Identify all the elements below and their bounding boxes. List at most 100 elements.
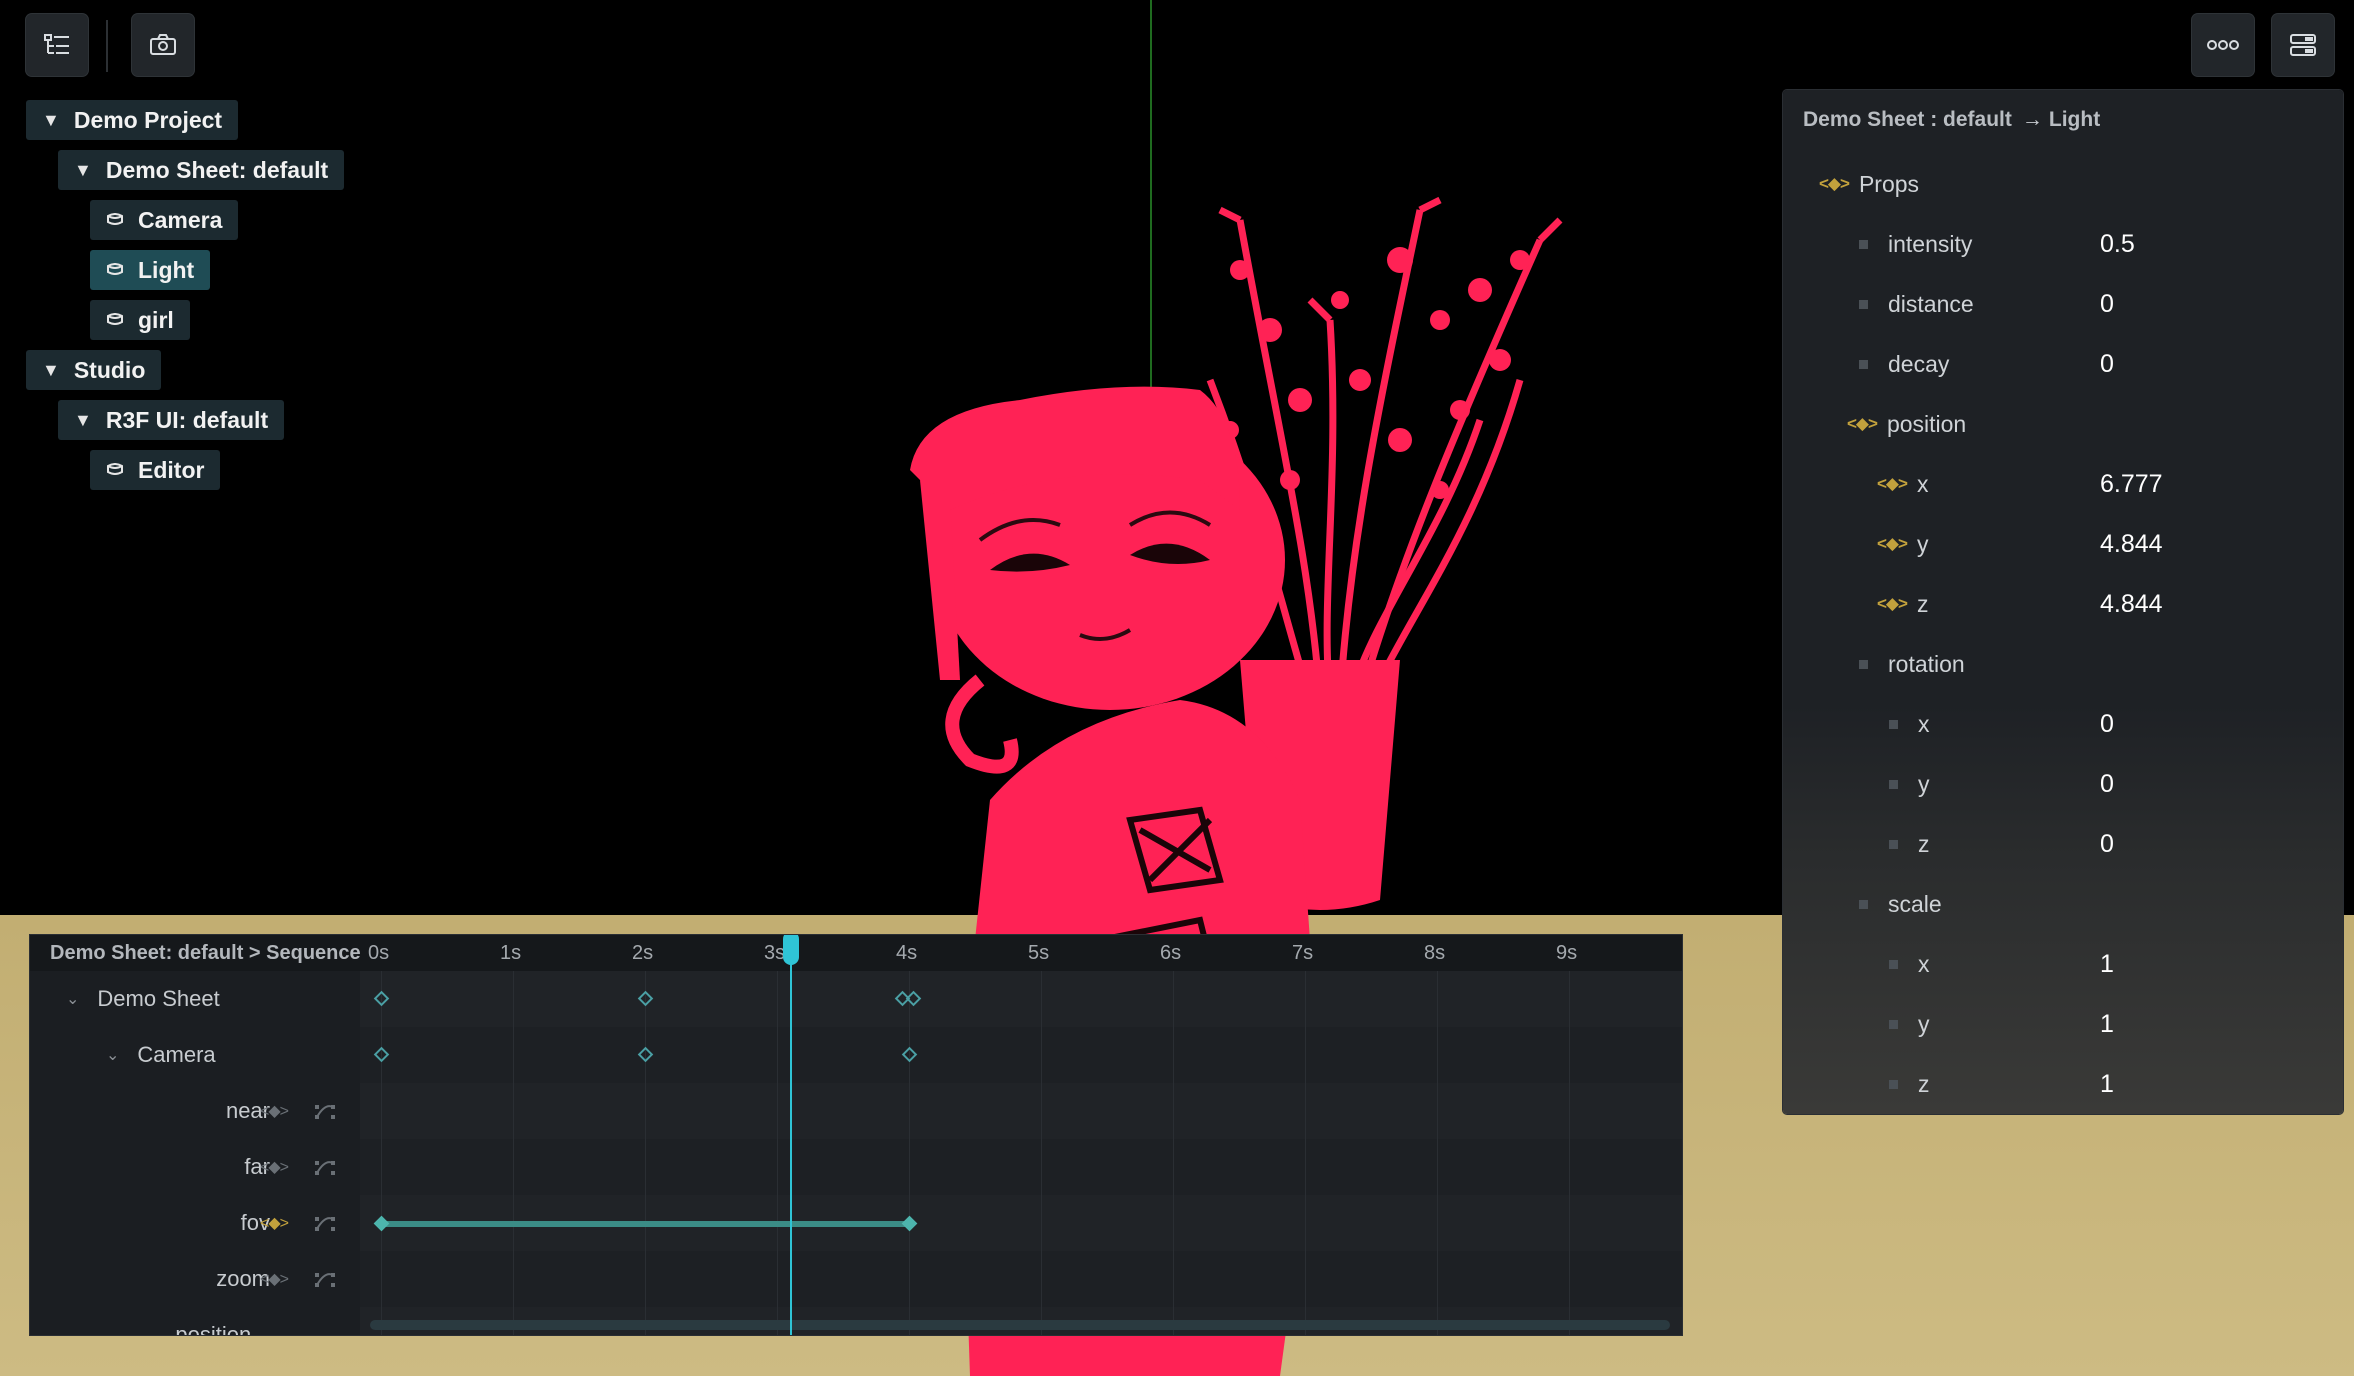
details-icon bbox=[2290, 34, 2316, 56]
sequence-editor[interactable]: Demo Sheet: default > Sequence 0s 1s 2s … bbox=[30, 935, 1682, 1335]
row-label: Demo Sheet bbox=[97, 986, 220, 1011]
outline-object-editor[interactable]: Editor bbox=[90, 450, 221, 490]
prop-value-input[interactable]: 6.777 bbox=[2100, 470, 2163, 499]
time-ruler[interactable]: Demo Sheet: default > Sequence 0s 1s 2s … bbox=[30, 935, 1682, 971]
graph-editor-icon[interactable] bbox=[315, 1273, 335, 1287]
prop-rotation[interactable]: rotation bbox=[1859, 644, 2329, 684]
keyframe-nav-icon[interactable]: <◆> bbox=[1847, 414, 1878, 434]
prop-dot-icon[interactable] bbox=[1889, 779, 1898, 789]
graph-editor-icon[interactable] bbox=[315, 1161, 335, 1175]
chevron-down-icon[interactable]: ▼ bbox=[42, 360, 60, 381]
playhead-handle[interactable] bbox=[783, 935, 799, 965]
keyframe-nav-icon[interactable]: <◆> bbox=[260, 1157, 289, 1177]
outline-toggle-button[interactable] bbox=[26, 14, 88, 76]
prop-dot-icon[interactable] bbox=[1889, 839, 1898, 849]
chevron-down-icon[interactable]: ⌄ bbox=[144, 1325, 157, 1335]
chevron-down-icon[interactable]: ▼ bbox=[74, 410, 92, 431]
chevron-down-icon[interactable]: ⌄ bbox=[66, 989, 79, 1009]
prop-position-z[interactable]: <◆> z 4.844 bbox=[1877, 584, 2327, 624]
keyframe-nav-icon[interactable]: <◆> bbox=[260, 1269, 289, 1289]
prop-scale-z[interactable]: z 1 bbox=[1889, 1064, 2329, 1104]
prop-dot-icon[interactable] bbox=[1889, 719, 1898, 729]
chevron-down-icon[interactable]: ⌄ bbox=[106, 1045, 119, 1065]
outline-item-label: Studio bbox=[73, 356, 146, 383]
time-tick: 4s bbox=[896, 942, 918, 964]
playhead-line[interactable] bbox=[790, 935, 792, 1335]
sequence-row-camera[interactable]: ⌄ Camera bbox=[106, 1027, 216, 1083]
prop-label: x bbox=[1916, 470, 1929, 497]
outline-icon bbox=[44, 34, 69, 54]
outline-object-girl[interactable]: girl bbox=[90, 300, 190, 340]
prop-dot-icon[interactable] bbox=[1889, 1079, 1898, 1089]
prop-distance[interactable]: distance 0 bbox=[1859, 284, 2329, 324]
props-group[interactable]: <◆> Props bbox=[1819, 164, 1919, 204]
prop-value-input[interactable]: 0 bbox=[2100, 770, 2114, 799]
camera-icon bbox=[150, 34, 176, 55]
prop-rotation-z[interactable]: z 0 bbox=[1889, 824, 2329, 864]
outline-project-demo[interactable]: ▼ Demo Project bbox=[26, 100, 239, 140]
outline-project-studio[interactable]: ▼ Studio bbox=[26, 350, 162, 390]
prop-value-input[interactable]: 1 bbox=[2100, 1070, 2114, 1099]
prop-value-input[interactable]: 1 bbox=[2100, 1010, 2114, 1039]
details-toggle-button[interactable] bbox=[2272, 14, 2334, 76]
outline-object-camera[interactable]: Camera bbox=[90, 200, 239, 240]
prop-value-input[interactable]: 0 bbox=[2100, 290, 2114, 319]
prop-label: rotation bbox=[1888, 650, 1965, 677]
prop-rotation-y[interactable]: y 0 bbox=[1889, 764, 2329, 804]
more-options-button[interactable] bbox=[2192, 14, 2254, 76]
outline-object-light[interactable]: Light bbox=[90, 250, 211, 290]
prop-scale[interactable]: scale bbox=[1859, 884, 2329, 924]
outline-sheet-demo[interactable]: ▼ Demo Sheet: default bbox=[58, 150, 345, 190]
prop-dot-icon[interactable] bbox=[1889, 959, 1898, 969]
fov-tween-bar[interactable] bbox=[381, 1221, 911, 1227]
outline-sheet-r3f-ui[interactable]: ▼ R3F UI: default bbox=[58, 400, 285, 440]
prop-value-input[interactable]: 4.844 bbox=[2100, 530, 2163, 559]
prop-dot-icon[interactable] bbox=[1859, 659, 1868, 669]
prop-dot-icon[interactable] bbox=[1859, 899, 1868, 909]
prop-label: y bbox=[1918, 770, 1930, 797]
prop-dot-icon[interactable] bbox=[1859, 239, 1868, 249]
graph-editor-icon[interactable] bbox=[315, 1217, 335, 1231]
sequence-row-zoom[interactable]: zoom bbox=[180, 1251, 270, 1307]
grid-line bbox=[777, 971, 778, 1335]
prop-value-input[interactable]: 0 bbox=[2100, 710, 2114, 739]
prop-position-y[interactable]: <◆> y 4.844 bbox=[1877, 524, 2327, 564]
outline-item-label: Demo Project bbox=[73, 106, 223, 133]
chevron-down-icon[interactable]: ▼ bbox=[42, 110, 60, 131]
prop-scale-x[interactable]: x 1 bbox=[1889, 944, 2329, 984]
keyframe-nav-icon[interactable]: <◆> bbox=[1877, 534, 1908, 554]
arrow-right-icon: → bbox=[2021, 108, 2043, 131]
prop-position-x[interactable]: <◆> x 6.777 bbox=[1877, 464, 2327, 504]
prop-scale-y[interactable]: y 1 bbox=[1889, 1004, 2329, 1044]
prop-rotation-x[interactable]: x 0 bbox=[1889, 704, 2329, 744]
prop-decay[interactable]: decay 0 bbox=[1859, 344, 2329, 384]
toolbar-divider bbox=[106, 20, 108, 72]
breadcrumb-object[interactable]: Light bbox=[2049, 108, 2100, 131]
prop-dot-icon[interactable] bbox=[1859, 359, 1868, 369]
keyframe-nav-icon[interactable]: <◆> bbox=[260, 1213, 289, 1233]
grid-line bbox=[909, 971, 910, 1335]
prop-value-input[interactable]: 0 bbox=[2100, 350, 2114, 379]
prop-label: z bbox=[1916, 590, 1929, 617]
timeline-scrollbar[interactable] bbox=[370, 1320, 1670, 1330]
sequence-row-position[interactable]: ⌄ position bbox=[144, 1307, 251, 1335]
sequence-title: Demo Sheet: default > Sequence bbox=[50, 942, 360, 964]
prop-dot-icon[interactable] bbox=[1889, 1019, 1898, 1029]
prop-intensity[interactable]: intensity 0.5 bbox=[1859, 224, 2329, 264]
keyframe-nav-icon[interactable]: <◆> bbox=[1877, 474, 1908, 494]
prop-value-input[interactable]: 4.844 bbox=[2100, 590, 2163, 619]
prop-position[interactable]: <◆> position bbox=[1847, 404, 2327, 444]
keyframe-nav-icon[interactable]: <◆> bbox=[1819, 174, 1850, 194]
breadcrumb-sheet[interactable]: Demo Sheet : default bbox=[1803, 108, 2012, 131]
prop-value-input[interactable]: 1 bbox=[2100, 950, 2114, 979]
chevron-down-icon[interactable]: ▼ bbox=[74, 160, 92, 181]
prop-dot-icon[interactable] bbox=[1859, 299, 1868, 309]
keyframe-nav-icon[interactable]: <◆> bbox=[1877, 594, 1908, 614]
prop-label: y bbox=[1918, 1010, 1930, 1037]
prop-value-input[interactable]: 0.5 bbox=[2100, 230, 2135, 259]
graph-editor-icon[interactable] bbox=[315, 1105, 335, 1119]
prop-value-input[interactable]: 0 bbox=[2100, 830, 2114, 859]
snapshot-button[interactable] bbox=[132, 14, 194, 76]
sequence-row-demo-sheet[interactable]: ⌄ Demo Sheet bbox=[66, 971, 220, 1027]
keyframe-nav-icon[interactable]: <◆> bbox=[260, 1101, 289, 1121]
